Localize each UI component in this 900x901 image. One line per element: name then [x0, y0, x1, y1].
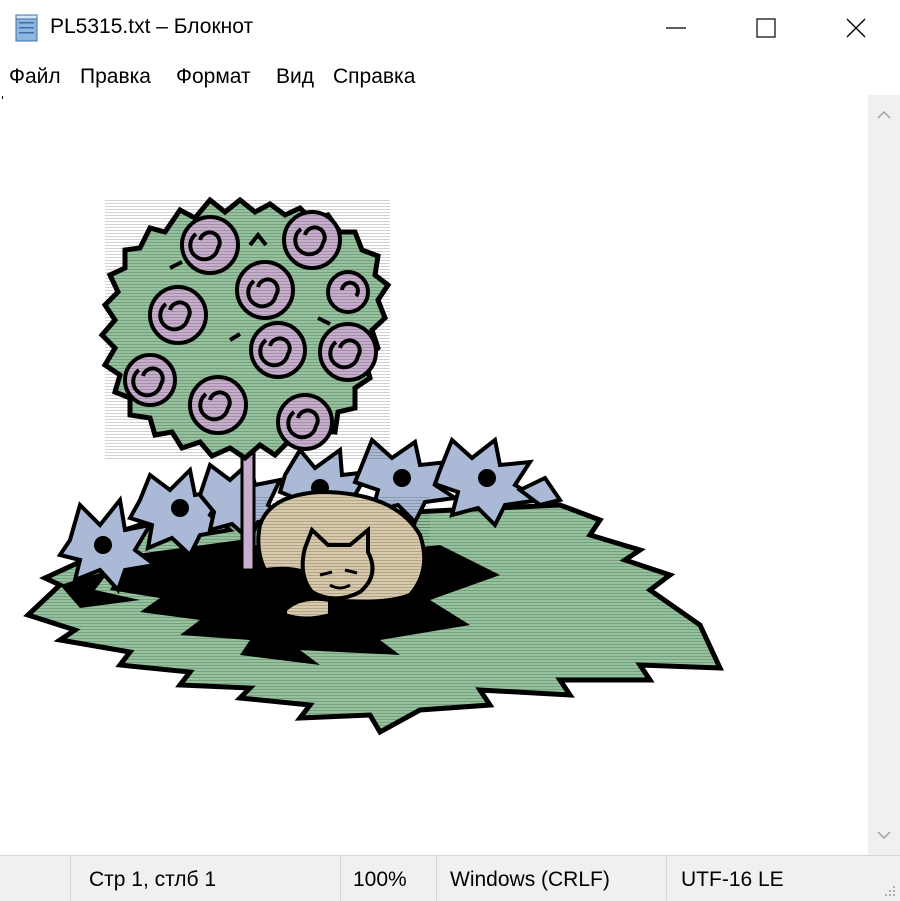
- status-zoom-segment: 100%: [340, 856, 437, 901]
- encoding: UTF-16 LE: [681, 868, 784, 891]
- status-bar: Стр 1, стлб 1 100% Windows (CRLF) UTF-16…: [0, 855, 900, 901]
- vertical-scrollbar[interactable]: [868, 95, 900, 855]
- text-caret: [2, 96, 3, 99]
- window-title: PL5315.txt – Блокнот: [50, 15, 254, 38]
- rose-tree-canopy: [98, 196, 392, 462]
- close-button[interactable]: [810, 0, 900, 56]
- notepad-icon: [15, 14, 38, 42]
- menu-format[interactable]: Формат: [176, 65, 251, 89]
- menu-file[interactable]: Файл: [9, 65, 61, 89]
- menu-view[interactable]: Вид: [276, 65, 314, 89]
- chevron-up-icon: [877, 110, 891, 119]
- close-icon: [846, 18, 866, 38]
- line-ending: Windows (CRLF): [450, 868, 610, 891]
- scroll-up-button[interactable]: [868, 97, 900, 131]
- menu-edit[interactable]: Правка: [80, 65, 151, 89]
- scroll-down-button[interactable]: [868, 819, 900, 853]
- sleeping-cat: [255, 489, 430, 621]
- maximize-icon: [756, 18, 776, 38]
- status-position-segment: Стр 1, стлб 1: [70, 856, 341, 901]
- title-bar[interactable]: PL5315.txt – Блокнот: [0, 0, 900, 56]
- status-encoding-segment: UTF-16 LE: [666, 856, 900, 901]
- garden-cat-picture: [23, 196, 724, 736]
- chevron-down-icon: [877, 831, 891, 840]
- resize-grip-icon[interactable]: [882, 883, 896, 897]
- minimize-button[interactable]: [630, 0, 722, 56]
- menu-help[interactable]: Справка: [333, 65, 415, 89]
- minimize-icon: [666, 27, 686, 29]
- cursor-position: Стр 1, стлб 1: [89, 868, 217, 891]
- menu-bar: Файл Правка Формат Вид Справка: [0, 60, 900, 94]
- maximize-button[interactable]: [720, 0, 812, 56]
- status-line-ending-segment: Windows (CRLF): [436, 856, 667, 901]
- zoom-level: 100%: [353, 868, 407, 891]
- text-editor[interactable]: [0, 95, 868, 855]
